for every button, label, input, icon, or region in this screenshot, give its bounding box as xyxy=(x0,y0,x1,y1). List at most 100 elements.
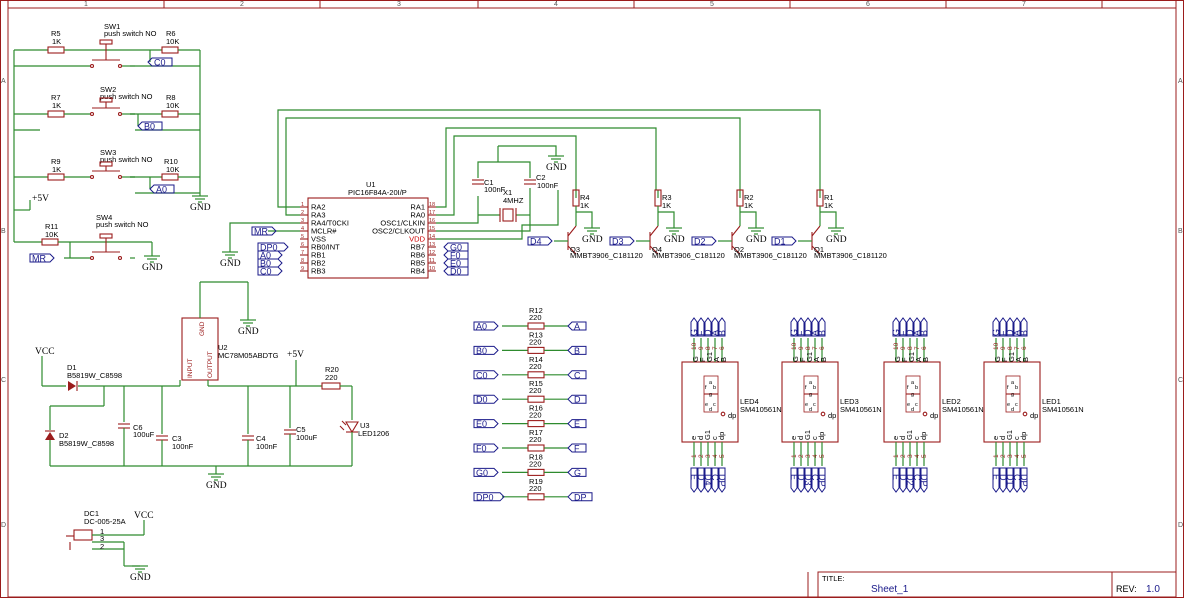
net-e0-seg: E0 xyxy=(473,419,499,429)
sw1-val: push switch NO xyxy=(104,29,157,38)
transistor-q4: R31KQ4MMBT3906_C181120 xyxy=(636,189,725,260)
net-b0: B0 xyxy=(137,121,163,132)
u2-val: MC78M05ABDTG xyxy=(218,351,279,360)
display-top-pin-name: B xyxy=(1021,357,1030,362)
segment-resistor-r14: R14220 xyxy=(502,355,568,379)
switch-cap xyxy=(99,39,113,45)
segment-resistor-r15: R15220 xyxy=(502,379,568,403)
sw2-val: push switch NO xyxy=(100,92,153,101)
net-f-seg-text: F xyxy=(574,444,580,454)
r5-val: 1K xyxy=(52,37,61,46)
mcu-pin-num-9: 9 xyxy=(301,266,304,272)
seg-val: 220 xyxy=(529,435,542,444)
display-led1: G10GF9FG18DA7AB6Be1Ed2DG13D1c4Cdp5DPaf bg… xyxy=(983,317,1084,493)
display-top-pin-num: 10 xyxy=(691,342,698,350)
display-value: SM410561N xyxy=(840,405,882,414)
gnd-label: GND xyxy=(206,481,227,491)
transistor-collector xyxy=(567,225,577,237)
segment-letter-c: c xyxy=(1015,402,1018,408)
u2-out-label: OUTPUT xyxy=(207,351,214,378)
switch-contact-right xyxy=(117,111,123,117)
sw4-val: push switch NO xyxy=(96,220,149,229)
display-top-pin-name: B xyxy=(719,357,728,362)
gnd-symbol: GND xyxy=(746,227,767,245)
segment-letter-f: f xyxy=(805,385,807,391)
net-d3-base: D3 xyxy=(609,236,635,247)
net-dp-seg: DP xyxy=(567,492,593,502)
seg-resistor-body xyxy=(527,371,545,379)
net-d4-base: D4 xyxy=(527,236,553,247)
net-d2-base-text: D2 xyxy=(694,237,706,247)
net-f0-seg-text: F0 xyxy=(476,444,487,454)
r11-val: 10K xyxy=(45,230,58,239)
display-top-pin-num: 9 xyxy=(900,346,907,350)
segment-letter-c: c xyxy=(915,402,918,408)
seg-val: 220 xyxy=(529,386,542,395)
r20-val: 220 xyxy=(325,373,338,382)
mcu-pin-num-6: 6 xyxy=(301,242,304,248)
display-bottom-pin-num: 2 xyxy=(1000,454,1007,458)
display-bottom-pin-num: 3 xyxy=(705,454,712,458)
gnd-symbol: GND xyxy=(826,227,847,245)
segment-resistor-r12: R12220 xyxy=(502,306,568,330)
segment-letter-e: e xyxy=(705,402,708,408)
segment-resistor-r13: R13220 xyxy=(502,330,568,354)
transistor-section: R41KQ3MMBT3906_C181120R31KQ4MMBT3906_C18… xyxy=(554,189,887,260)
seg-val: 220 xyxy=(529,362,542,371)
frame-row-A-right: A xyxy=(1178,78,1183,85)
display-bottom-pin-num: 1 xyxy=(791,454,798,458)
seg-val: 220 xyxy=(529,313,542,322)
switch-contact-right xyxy=(117,255,123,261)
segment-letter-d: d xyxy=(1011,407,1014,413)
net-d0-seg-text: D0 xyxy=(476,395,488,405)
frame-row-B-right: B xyxy=(1178,228,1183,235)
net-c0-seg: C0 xyxy=(473,370,499,380)
frame-row-C-right: C xyxy=(1178,377,1183,384)
segment-letter-g: g xyxy=(809,392,812,398)
gnd-symbol: GND xyxy=(206,473,227,491)
segment-letter-b: b xyxy=(915,385,918,391)
gnd-label: GND xyxy=(582,235,603,245)
display-bottom-pin-name: dp xyxy=(1019,432,1028,440)
mcu-pin-num-14: 14 xyxy=(429,234,435,240)
vcc-label-2: VCC xyxy=(134,511,154,521)
mcu-pin-num-3: 3 xyxy=(301,218,304,224)
display-bottom-net: DP xyxy=(717,474,727,487)
gnd-symbol: GND xyxy=(546,155,567,173)
gnd-label: GND xyxy=(142,263,163,273)
c6-val: 100uF xyxy=(133,430,155,439)
mcu-pin-num-4: 4 xyxy=(301,226,304,232)
net-g-seg: G xyxy=(567,467,587,478)
display-bottom-pin-num: 3 xyxy=(805,454,812,458)
display-bottom-pin-num: 4 xyxy=(914,454,921,458)
r6-val: 10K xyxy=(166,37,179,46)
mcu-pin-num-11: 11 xyxy=(429,258,435,264)
net-e-seg-text: E xyxy=(574,419,580,429)
display-bottom-pin-num: 5 xyxy=(819,454,826,458)
segment-letter-e: e xyxy=(1007,402,1010,408)
gnd-label: GND xyxy=(238,327,259,337)
display-top-pin-num: 6 xyxy=(1021,346,1028,350)
transistor-gnd-wire xyxy=(576,211,593,228)
net-c0-mcu-text: C0 xyxy=(260,267,272,277)
gnd-label: GND xyxy=(130,573,151,583)
rev-value: 1.0 xyxy=(1146,584,1160,595)
transistor-val: MMBT3906_C181120 xyxy=(570,251,643,260)
display-bottom-pin-num: 4 xyxy=(712,454,719,458)
sheet-title: Sheet_1 xyxy=(871,584,909,595)
net-f-seg: F xyxy=(567,443,587,454)
seg-resistor-body xyxy=(527,468,545,476)
seg-val: 220 xyxy=(529,459,542,468)
gnd-symbol: GND xyxy=(190,195,211,213)
mcu-pin-num-12: 12 xyxy=(429,250,435,256)
frame-col-7: 7 xyxy=(1022,1,1026,8)
sw3-val: push switch NO xyxy=(100,155,153,164)
display-top-pin-num: 7 xyxy=(1014,346,1021,350)
segment-resistor-r16: R16220 xyxy=(502,404,568,428)
dp-dot xyxy=(1022,411,1028,417)
net-g-seg-text: G xyxy=(574,468,581,478)
title-label: TITLE: xyxy=(822,574,845,583)
p5v-label-psu: +5V xyxy=(287,350,304,360)
net-a0-text: A0 xyxy=(156,185,167,195)
display-top-net: B xyxy=(1019,330,1029,336)
